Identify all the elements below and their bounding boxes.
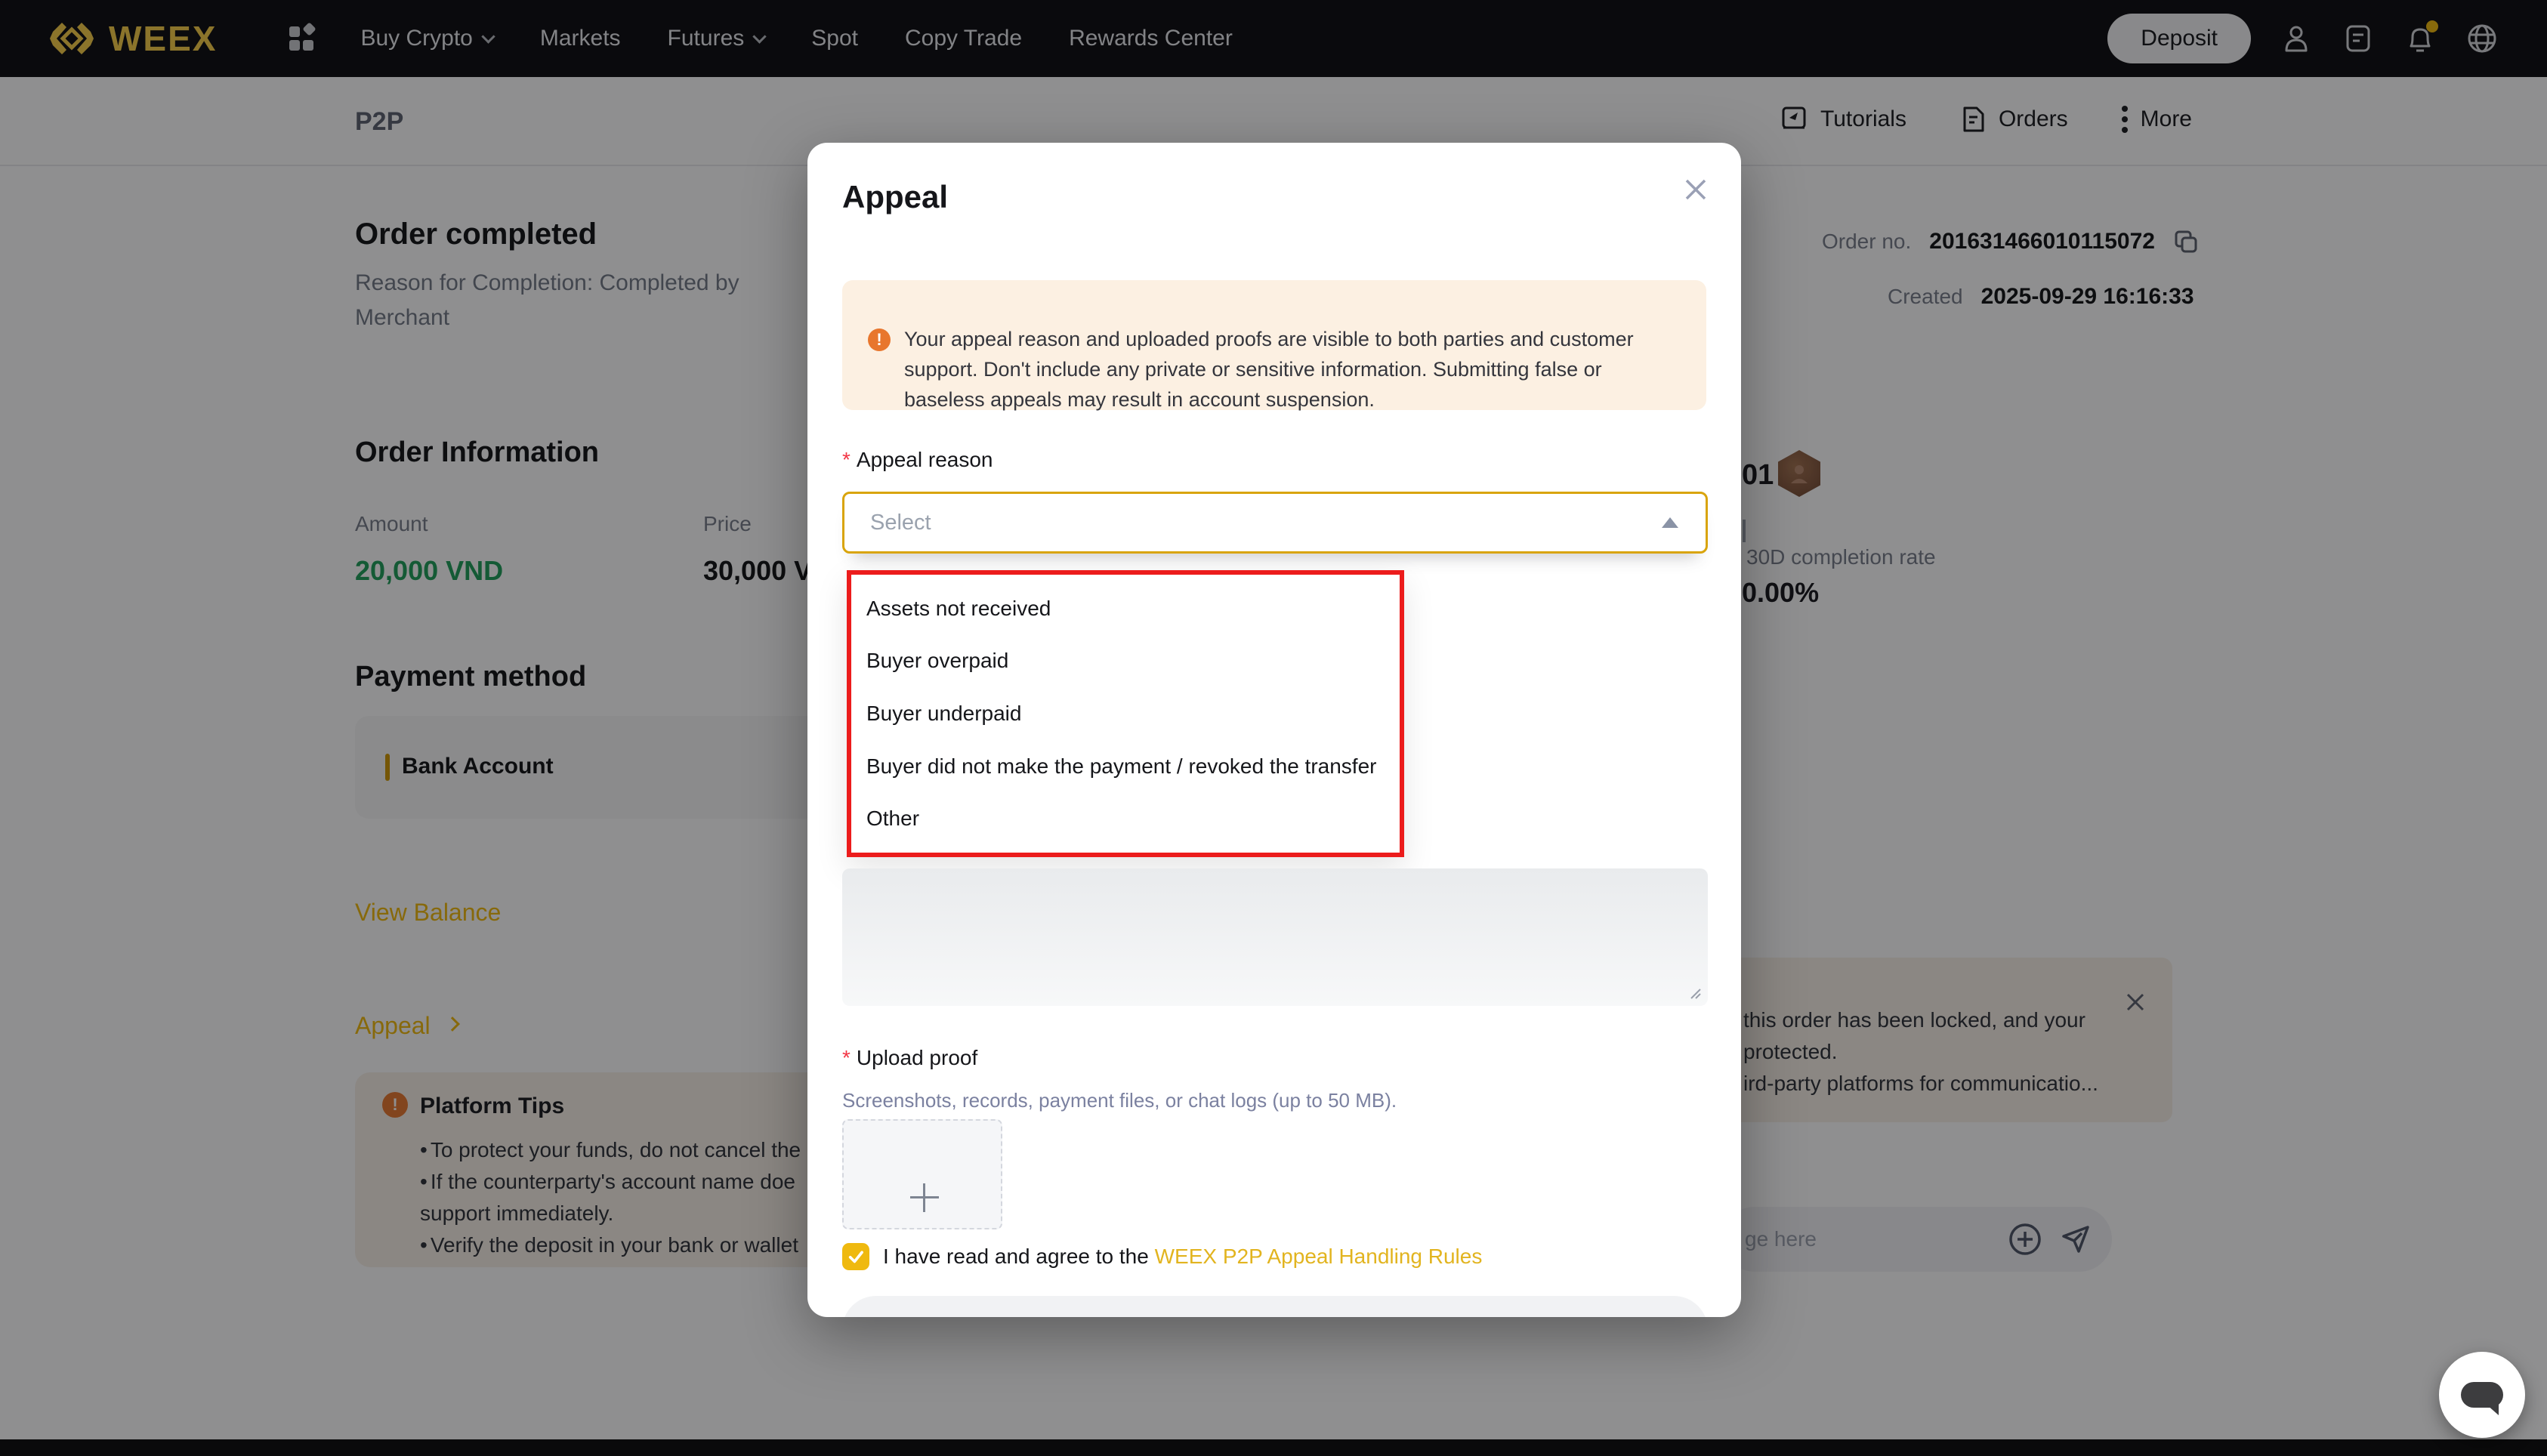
appeal-modal: Appeal ! Your appeal reason and uploaded… xyxy=(807,143,1741,1317)
appeal-reason-label: Appeal reason xyxy=(857,448,993,471)
weex-p2p-page: P2P Tutorials Orders More O xyxy=(0,0,2547,1456)
dropdown-option-buyer-underpaid[interactable]: Buyer underpaid xyxy=(851,702,1400,726)
appeal-description-textarea[interactable] xyxy=(842,868,1708,1006)
dropdown-option-no-payment[interactable]: Buyer did not make the payment / revoked… xyxy=(851,754,1400,779)
dropdown-option-assets-not-received[interactable]: Assets not received xyxy=(851,597,1400,621)
caret-up-icon xyxy=(1662,517,1678,528)
upload-hint: Screenshots, records, payment files, or … xyxy=(842,1089,1397,1112)
resize-handle-icon[interactable] xyxy=(1687,985,1702,1000)
agree-checkbox[interactable] xyxy=(842,1243,869,1270)
submit-button[interactable] xyxy=(842,1296,1708,1317)
live-chat-fab[interactable] xyxy=(2439,1352,2525,1438)
modal-close-icon[interactable] xyxy=(1681,174,1711,205)
modal-title: Appeal xyxy=(842,179,948,215)
chat-bubble-icon xyxy=(2461,1382,2503,1408)
upload-proof-tile[interactable] xyxy=(842,1119,1002,1229)
appeal-rules-link[interactable]: WEEX P2P Appeal Handling Rules xyxy=(1155,1245,1483,1268)
dropdown-option-other[interactable]: Other xyxy=(851,807,1400,831)
appeal-warning-box: ! Your appeal reason and uploaded proofs… xyxy=(842,280,1706,410)
upload-proof-label: Upload proof xyxy=(857,1046,977,1069)
appeal-reason-dropdown: Assets not received Buyer overpaid Buyer… xyxy=(847,570,1404,857)
select-placeholder: Select xyxy=(870,511,1662,535)
appeal-warning-text: Your appeal reason and uploaded proofs a… xyxy=(904,324,1676,410)
info-warning-icon: ! xyxy=(868,329,891,351)
dropdown-option-buyer-overpaid[interactable]: Buyer overpaid xyxy=(851,649,1400,673)
appeal-reason-select[interactable]: Select xyxy=(842,492,1708,554)
check-icon xyxy=(846,1247,866,1266)
agree-text: I have read and agree to the xyxy=(883,1245,1155,1268)
required-marker: * xyxy=(842,448,851,471)
required-marker: * xyxy=(842,1046,851,1069)
